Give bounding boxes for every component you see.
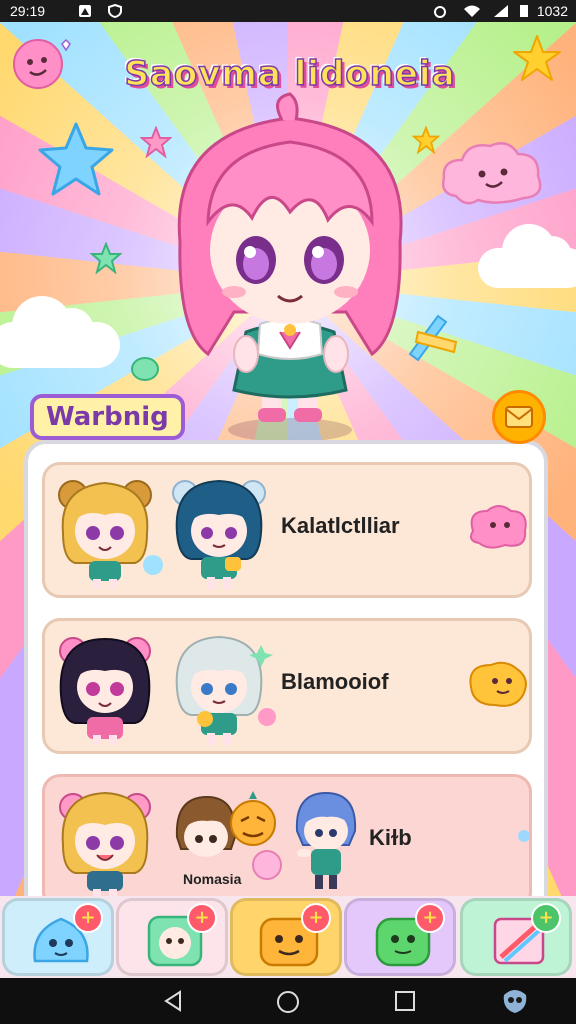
- battery-icon: [519, 5, 528, 17]
- green-pal-button[interactable]: +: [116, 898, 228, 976]
- pink-blob-icon: [13, 38, 71, 89]
- wifi-icon: [464, 5, 481, 17]
- orange-cat-button[interactable]: +: [230, 898, 342, 976]
- box-sword-button[interactable]: +: [460, 898, 572, 976]
- chibi-bear-girl-icon: [58, 480, 152, 589]
- list-item[interactable]: Blamooiof: [42, 618, 532, 754]
- menu-button[interactable]: [492, 390, 546, 444]
- plus-badge: +: [73, 903, 103, 933]
- small-star-icon: [90, 242, 122, 274]
- green-slime-button[interactable]: +: [344, 898, 456, 976]
- list-item[interactable]: Kalatlctlliar: [42, 462, 532, 598]
- plus-badge: +: [415, 903, 445, 933]
- pink-blob-icon: [470, 505, 527, 549]
- chibi-blonde-girl-icon: [59, 791, 151, 897]
- blue-star-icon: [38, 122, 114, 196]
- signal-icon: [494, 5, 509, 17]
- chibi-blue-boy-icon: [295, 791, 357, 889]
- game-title: Saovma lidoneia: [124, 53, 456, 95]
- system-nav-bar: [0, 978, 576, 1024]
- star-icon: [513, 35, 561, 81]
- pink-cloud-face-icon: [442, 142, 542, 205]
- cloud-decoration: [0, 296, 120, 368]
- alarm-icon: [434, 6, 447, 18]
- plus-badge: +: [301, 903, 331, 933]
- assistant-icon[interactable]: [500, 987, 530, 1015]
- chibi-silver-hair-icon: [175, 635, 276, 745]
- section-title: Warbnig: [30, 394, 185, 440]
- chibi-blue-hair-icon: [172, 479, 266, 589]
- entry-subtitle: Nomasia: [183, 871, 242, 887]
- home-icon[interactable]: [276, 990, 300, 1014]
- entry-name: Kalatlctlliar: [281, 513, 400, 538]
- entry-name: Kiɫb: [369, 825, 412, 850]
- recents-icon[interactable]: [394, 990, 416, 1012]
- status-clock: 1032: [536, 3, 568, 19]
- shield-icon: [108, 4, 122, 18]
- sparkle-icon: [143, 555, 163, 575]
- status-time: 29:19: [10, 3, 46, 19]
- app-icon: [79, 5, 91, 17]
- hero-character: [177, 92, 403, 442]
- entry-name: Blamooiof: [281, 669, 389, 694]
- plus-badge: +: [187, 903, 217, 933]
- blue-slime-button[interactable]: +: [2, 898, 114, 976]
- dot-icon: [518, 830, 530, 842]
- envelope-icon: [505, 406, 533, 428]
- chibi-dark-hair-icon: [59, 637, 151, 745]
- game-scene: Saovma lidoneia Warbnig Kalatlctlliar Bl…: [0, 22, 576, 897]
- yellow-blob-icon: [469, 661, 527, 707]
- bottom-action-bar: + + + + +: [0, 896, 576, 978]
- cloud-decoration: [478, 224, 576, 288]
- back-icon[interactable]: [162, 990, 184, 1012]
- list-item[interactable]: Nomasia Kiɫb: [42, 774, 532, 897]
- status-bar: 29:19 1032: [0, 0, 576, 22]
- status-right: 1032: [433, 3, 568, 19]
- character-list-panel[interactable]: Kalatlctlliar Blamooiof Nomasia Kiɫb: [24, 440, 548, 897]
- plus-badge: +: [531, 903, 561, 933]
